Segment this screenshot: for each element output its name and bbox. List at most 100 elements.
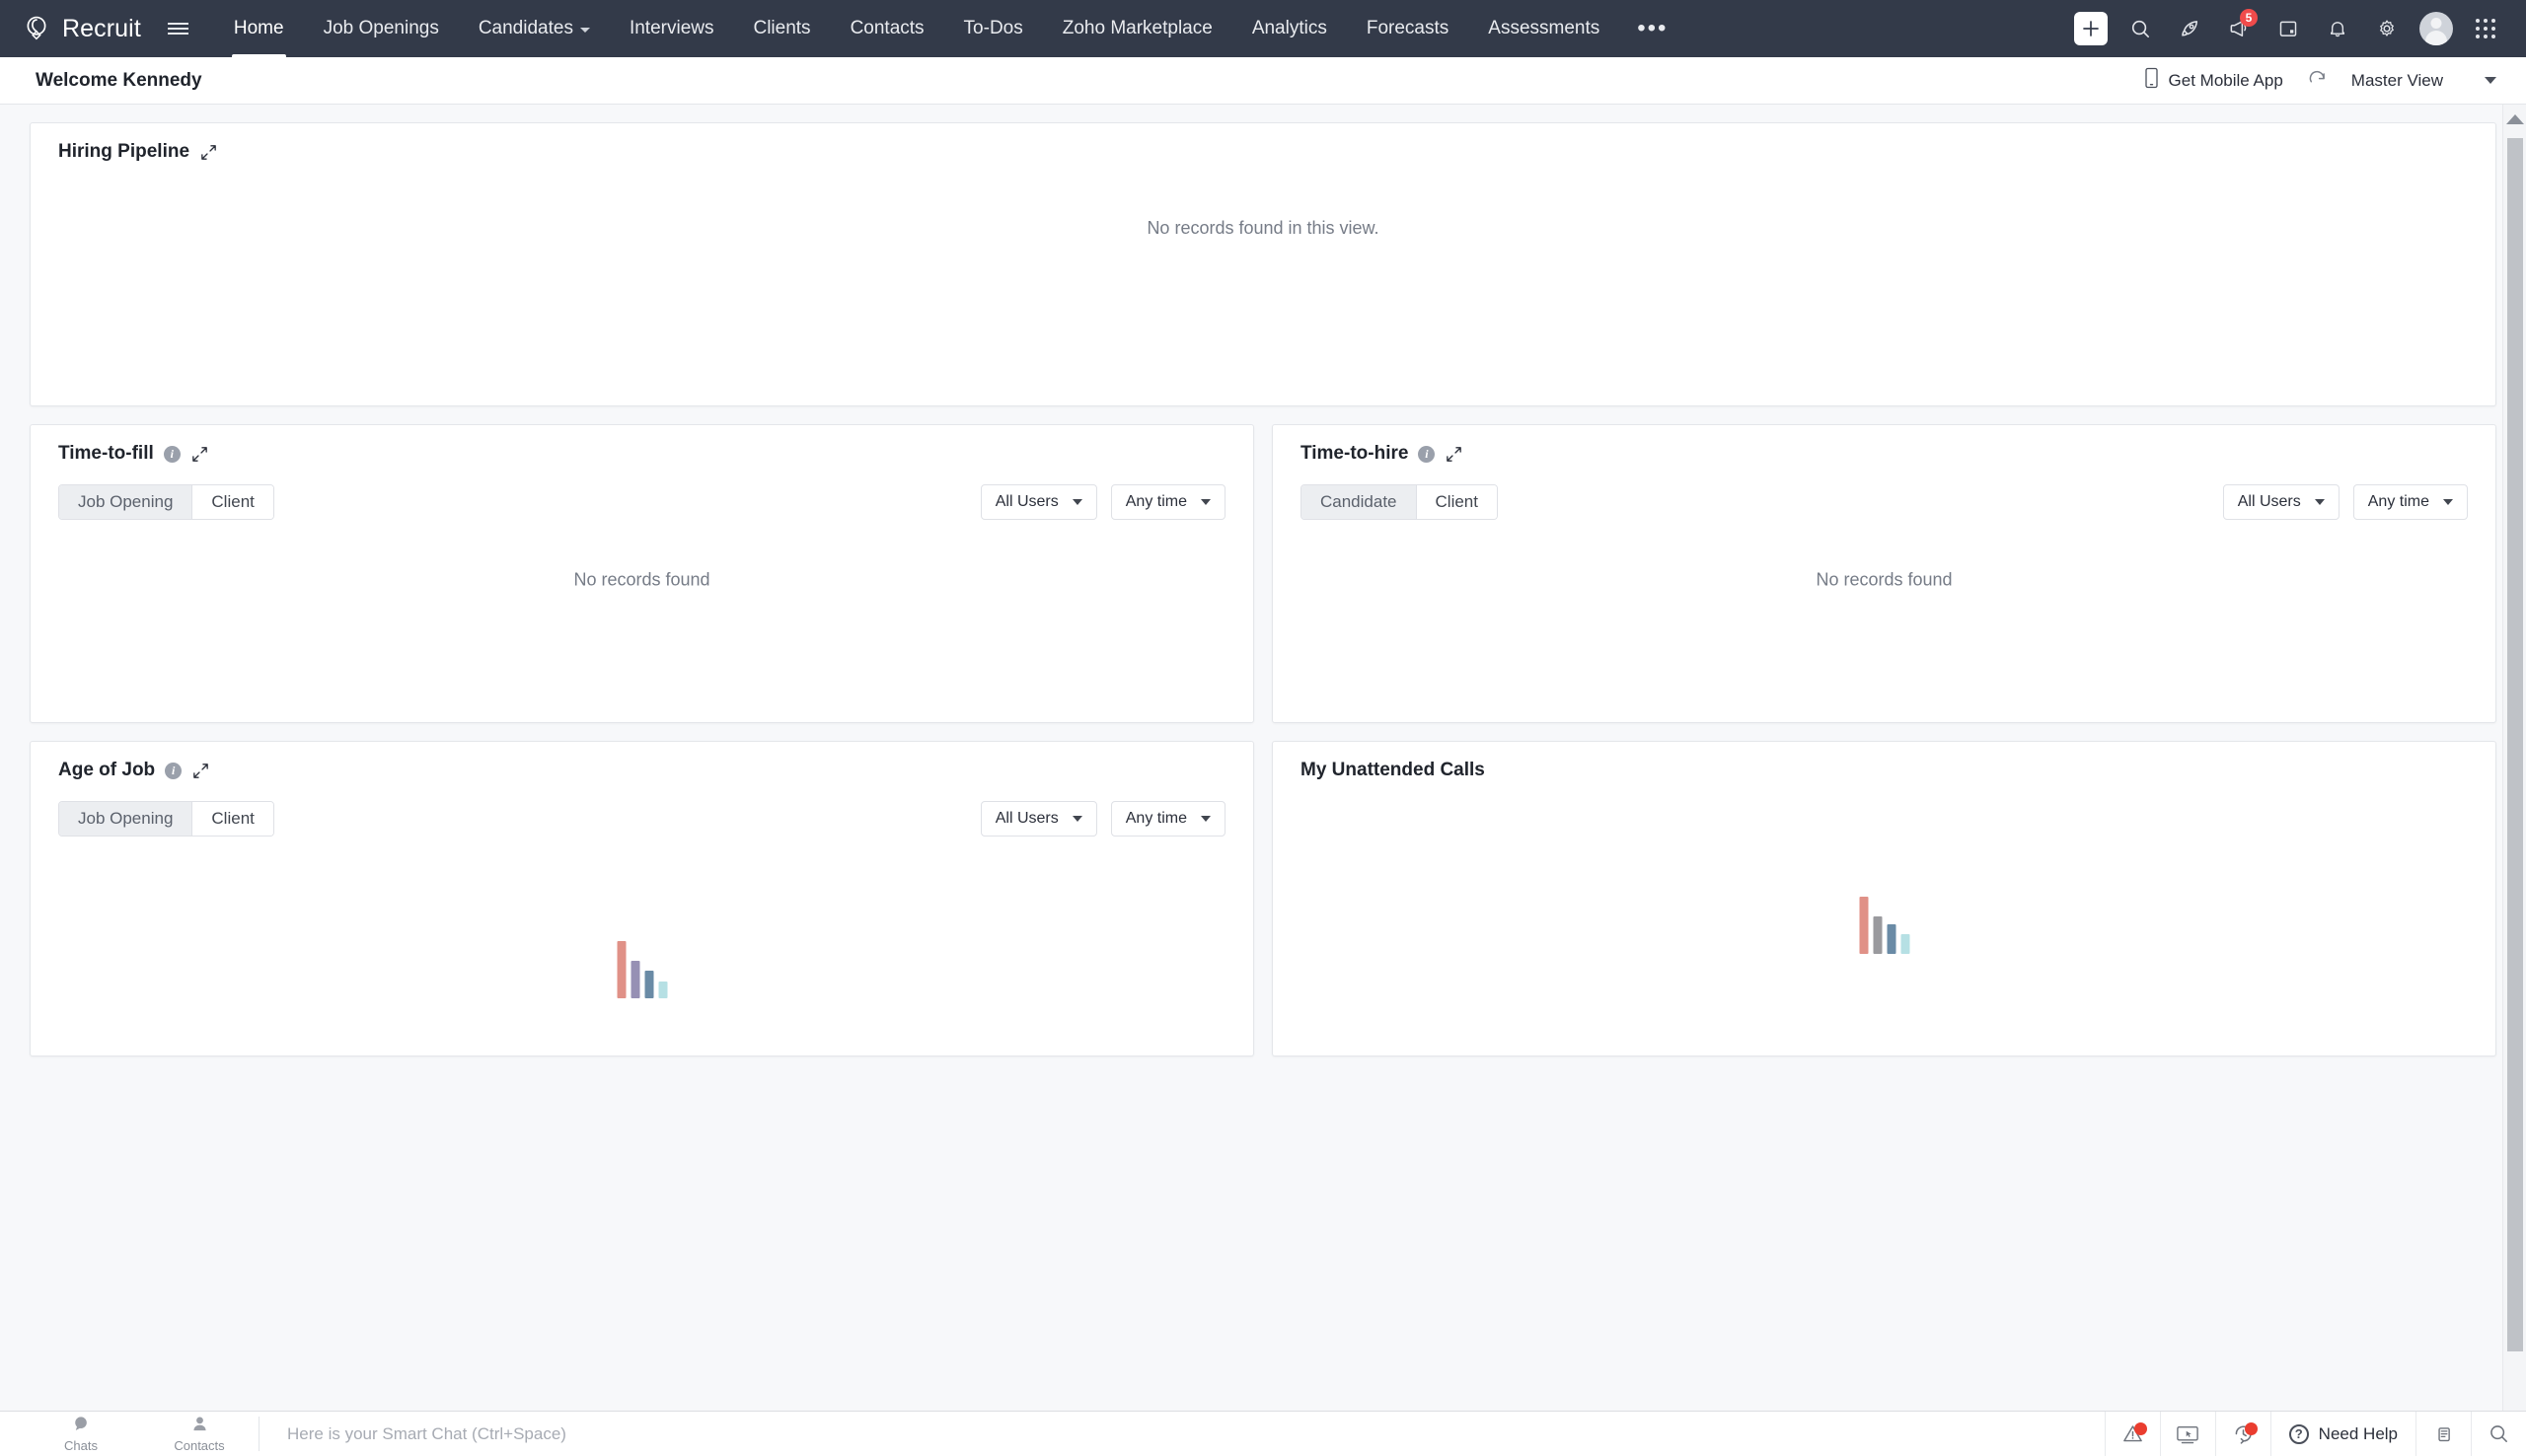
segment-job-opening[interactable]: Job Opening	[59, 802, 192, 836]
top-nav-actions: 5	[2068, 0, 2526, 57]
users-filter-dropdown[interactable]: All Users	[981, 484, 1097, 520]
nav-item-to-dos[interactable]: To-Dos	[944, 0, 1043, 57]
nav-item-assessments[interactable]: Assessments	[1468, 0, 1619, 57]
nav-item-contacts[interactable]: Contacts	[831, 0, 944, 57]
nav-item-zoho-marketplace[interactable]: Zoho Marketplace	[1043, 0, 1232, 57]
top-navigation-bar: Recruit Home Job Openings Candidates Int…	[0, 0, 2526, 57]
announcements-megaphone-icon[interactable]: 5	[2216, 6, 2262, 51]
expand-icon[interactable]	[191, 762, 210, 780]
segment-client[interactable]: Client	[1417, 485, 1497, 519]
vertical-scrollbar[interactable]	[2502, 105, 2526, 1411]
loading-bar	[644, 971, 653, 998]
nav-item-home[interactable]: Home	[214, 0, 304, 57]
mobile-phone-icon	[2144, 67, 2159, 94]
time-to-fill-empty-wrap: No records found	[31, 569, 1253, 590]
chevron-down-icon	[2315, 499, 2325, 505]
time-to-fill-controls: Job Opening Client All Users Any time	[31, 465, 1253, 520]
users-filter-label: All Users	[996, 810, 1059, 828]
loading-bar	[1873, 916, 1882, 954]
info-icon[interactable]: i	[165, 763, 182, 779]
segment-candidate[interactable]: Candidate	[1301, 485, 1417, 519]
calendar-icon[interactable]	[2266, 6, 2311, 51]
nav-item-clients[interactable]: Clients	[733, 0, 830, 57]
sub-header-actions: Get Mobile App Master View	[2144, 67, 2502, 94]
scroll-up-arrow-icon[interactable]	[2506, 114, 2524, 124]
bottom-status-bar: Chats Contacts Here is your Smart Chat (…	[0, 1411, 2526, 1456]
brand-logo-area[interactable]: Recruit	[0, 0, 141, 57]
refresh-icon[interactable]	[2303, 70, 2332, 91]
time-to-hire-segmented-control: Candidate Client	[1300, 484, 1498, 520]
settings-gear-icon[interactable]	[2364, 6, 2410, 51]
chats-tab[interactable]: Chats	[22, 1412, 140, 1456]
users-filter-dropdown[interactable]: All Users	[981, 801, 1097, 837]
nav-item-interviews[interactable]: Interviews	[610, 0, 734, 57]
search-icon[interactable]	[2471, 1412, 2526, 1456]
nav-more-overflow-icon[interactable]: •••	[1619, 0, 1685, 57]
hamburger-line	[168, 28, 188, 30]
nav-item-candidates[interactable]: Candidates	[459, 0, 610, 57]
nav-item-forecasts[interactable]: Forecasts	[1347, 0, 1468, 57]
loading-bar	[617, 941, 626, 998]
smart-chat-input[interactable]: Here is your Smart Chat (Ctrl+Space)	[260, 1412, 2105, 1456]
expand-icon[interactable]	[1445, 445, 1463, 464]
chevron-down-icon	[2443, 499, 2453, 505]
alert-indicator-dot	[2134, 1422, 2147, 1435]
card-time-to-fill: Time-to-fill i Job Opening Client All Us…	[30, 424, 1254, 723]
grid-dot	[2484, 35, 2488, 38]
master-view-label: Master View	[2351, 71, 2443, 91]
screen-share-icon[interactable]	[2160, 1412, 2215, 1456]
segment-job-opening[interactable]: Job Opening	[59, 485, 192, 519]
contacts-tab[interactable]: Contacts	[140, 1412, 259, 1456]
nav-item-job-openings[interactable]: Job Openings	[304, 0, 459, 57]
time-to-hire-empty-message: No records found	[1273, 569, 2495, 590]
chevron-down-icon	[2485, 77, 2496, 84]
clipboard-icon[interactable]	[2415, 1412, 2471, 1456]
expand-icon[interactable]	[199, 143, 218, 162]
time-to-hire-header: Time-to-hire i	[1273, 425, 2495, 465]
users-filter-label: All Users	[2238, 493, 2301, 511]
get-mobile-app-label: Get Mobile App	[2169, 71, 2283, 91]
card-title: Age of Job	[58, 760, 155, 781]
loading-bar	[658, 982, 667, 998]
alert-triangle-icon[interactable]	[2105, 1412, 2160, 1456]
chats-label: Chats	[64, 1438, 98, 1453]
master-view-dropdown[interactable]: Master View	[2351, 71, 2502, 91]
users-filter-dropdown[interactable]: All Users	[2223, 484, 2340, 520]
chevron-down-icon	[1073, 499, 1082, 505]
sub-header-bar: Welcome Kennedy Get Mobile App Master Vi…	[0, 57, 2526, 105]
grid-dot	[2491, 35, 2495, 38]
add-new-icon[interactable]	[2068, 6, 2114, 51]
segment-client[interactable]: Client	[192, 802, 272, 836]
time-filter-label: Any time	[2368, 493, 2429, 511]
contacts-label: Contacts	[174, 1438, 224, 1453]
chat-bubble-icon	[72, 1415, 91, 1436]
get-mobile-app-button[interactable]: Get Mobile App	[2144, 67, 2283, 94]
hamburger-line	[168, 23, 188, 25]
scrollbar-thumb[interactable]	[2507, 138, 2523, 1351]
nav-item-analytics[interactable]: Analytics	[1232, 0, 1347, 57]
hamburger-menu-icon[interactable]	[153, 0, 204, 57]
smart-chat-placeholder: Here is your Smart Chat (Ctrl+Space)	[287, 1424, 566, 1444]
grid-dot	[2484, 19, 2488, 23]
segment-client[interactable]: Client	[192, 485, 272, 519]
card-age-of-job: Age of Job i Job Opening Client All User…	[30, 741, 1254, 1056]
recent-history-icon[interactable]	[2215, 1412, 2270, 1456]
nav-label: Home	[234, 18, 284, 39]
rocket-icon[interactable]	[2167, 6, 2212, 51]
time-filter-dropdown[interactable]: Any time	[1111, 801, 1226, 837]
age-of-job-controls: Job Opening Client All Users Any time	[31, 781, 1253, 837]
user-avatar[interactable]	[2414, 6, 2459, 51]
search-icon[interactable]	[2117, 6, 2163, 51]
apps-grid-icon[interactable]	[2463, 6, 2508, 51]
chevron-down-icon	[1201, 499, 1211, 505]
info-icon[interactable]: i	[164, 446, 181, 463]
time-filter-label: Any time	[1126, 493, 1187, 511]
time-to-fill-header: Time-to-fill i	[31, 425, 1253, 465]
need-help-button[interactable]: ? Need Help	[2270, 1412, 2415, 1456]
notifications-bell-icon[interactable]	[2315, 6, 2360, 51]
time-filter-dropdown[interactable]: Any time	[1111, 484, 1226, 520]
contact-person-icon	[190, 1415, 209, 1436]
expand-icon[interactable]	[190, 445, 209, 464]
info-icon[interactable]: i	[1418, 446, 1435, 463]
time-filter-dropdown[interactable]: Any time	[2353, 484, 2468, 520]
